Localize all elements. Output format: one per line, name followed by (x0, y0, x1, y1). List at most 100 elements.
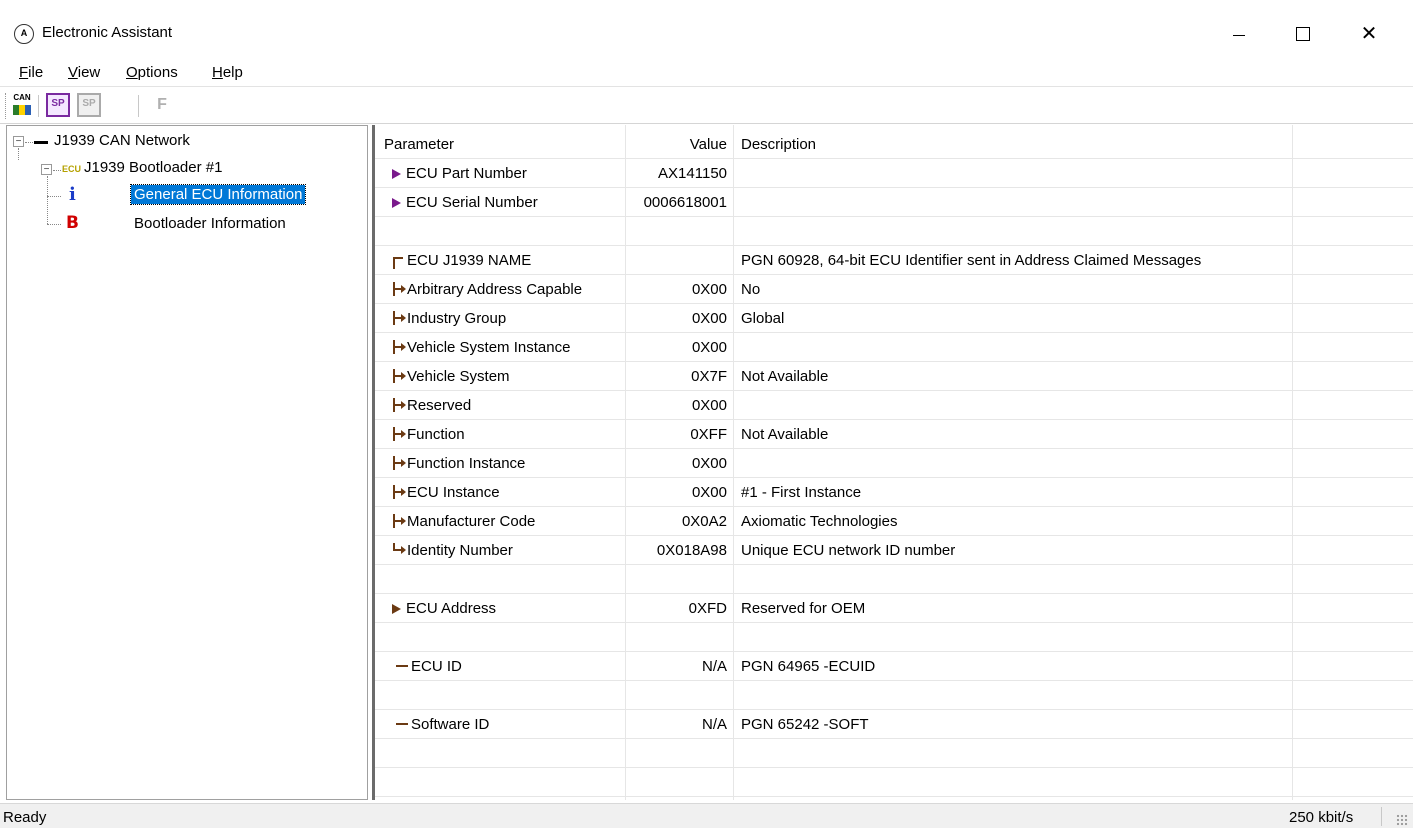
arrow-tip-icon (401, 314, 406, 322)
table-row[interactable]: ECU Address 0XFD Reserved for OEM (375, 594, 1413, 623)
value-cell (625, 739, 733, 768)
table-row-empty (375, 217, 1413, 246)
table-row[interactable]: Vehicle System 0X7F Not Available (375, 362, 1413, 391)
description-cell: Axiomatic Technologies (741, 513, 898, 530)
tree-item-general-ecu-information-label: General ECU Information (129, 184, 307, 205)
arrow-tip-icon (401, 372, 406, 380)
tree-item-bootloader-information[interactable]: Bootloader Information (134, 215, 286, 232)
tree-connector (47, 196, 61, 197)
parameter-grid[interactable]: Parameter Value Description ECU Part Num… (372, 125, 1413, 800)
menu-bar: File View Options Help (0, 60, 1413, 86)
table-row-empty (375, 623, 1413, 652)
flash-program-button[interactable]: F (150, 93, 174, 117)
can-network-button[interactable]: CAN (10, 93, 34, 117)
tree-branch-icon (392, 311, 406, 325)
tree-branch-icon (392, 514, 406, 528)
menu-help-mnemonic: H (212, 64, 223, 81)
description-cell (733, 159, 1295, 188)
table-row[interactable]: Manufacturer Code 0X0A2 Axiomatic Technolo… (375, 507, 1413, 536)
menu-help[interactable]: Help (212, 64, 243, 81)
grid-header-row: Parameter Value Description (375, 130, 1413, 159)
minimize-button[interactable] (1216, 14, 1262, 54)
parameter-label: Vehicle System (407, 368, 510, 385)
description-cell: Not Available (741, 368, 829, 385)
value-cell: 0X00 (691, 397, 727, 414)
table-row[interactable]: Identity Number 0X018A98 Unique ECU networ… (375, 536, 1413, 565)
description-cell (733, 391, 1295, 420)
tree-connector (47, 176, 48, 224)
table-row[interactable]: Function 0XFF Not Available (375, 420, 1413, 449)
parameter-label: Manufacturer Code (407, 513, 536, 530)
close-button[interactable]: ✕ (1346, 14, 1392, 54)
baud-rate-indicator: 250 kbit/s (1289, 809, 1354, 826)
network-collapse-toggle[interactable]: − (13, 136, 24, 147)
menu-file[interactable]: File (19, 64, 43, 81)
menu-options[interactable]: Options (126, 64, 178, 81)
tree-connector (25, 142, 33, 143)
table-row[interactable]: Function Instance 0X00 (375, 449, 1413, 478)
tree-connector (18, 148, 19, 160)
table-row[interactable]: Software ID N/A PGN 65242 -SOFT (375, 710, 1413, 739)
column-header-parameter[interactable]: Parameter (375, 130, 625, 159)
ecu-collapse-toggle[interactable]: − (41, 164, 52, 175)
value-cell: 0X00 (691, 339, 727, 356)
table-row[interactable]: Arbitrary Address Capable 0X00 No (375, 275, 1413, 304)
tree-branch-icon (392, 282, 406, 296)
table-row[interactable]: Industry Group 0X00 Global (375, 304, 1413, 333)
open-setpoint-file-button[interactable]: SP (46, 93, 70, 117)
description-cell: PGN 60928, 64-bit ECU Identifier sent in… (741, 252, 1202, 269)
column-header-value[interactable]: Value (625, 130, 733, 159)
parameter-cell: Reserved (375, 391, 625, 420)
column-header-description[interactable]: Description (733, 130, 1295, 159)
menu-view-mnemonic: V (68, 64, 78, 81)
description-cell (733, 681, 1295, 710)
table-row-empty (375, 739, 1413, 768)
parameter-label: Function Instance (407, 455, 526, 472)
parameter-cell: ECU Part Number (375, 159, 625, 188)
tree-item-bootloader-ecu[interactable]: J1939 Bootloader #1 (84, 159, 222, 176)
table-row[interactable]: Reserved 0X00 (375, 391, 1413, 420)
description-cell (733, 739, 1295, 768)
tree-connector (53, 170, 61, 171)
title-bar[interactable]: A Electronic Assistant ✕ (0, 0, 1413, 60)
table-row[interactable]: ECU Part Number AX141150 (375, 159, 1413, 188)
arrow-tip-icon (401, 401, 406, 409)
description-cell: Unique ECU network ID number (741, 542, 956, 559)
arrow-tip-icon (401, 430, 406, 438)
resize-grip-icon[interactable] (1396, 814, 1408, 826)
save-setpoint-file-button[interactable]: SP (77, 93, 101, 117)
parameter-label: Identity Number (407, 542, 513, 559)
table-row-empty (375, 681, 1413, 710)
value-cell: 0XFD (688, 600, 727, 617)
description-cell: PGN 64965 -ECUID (741, 658, 876, 675)
description-cell: Reserved for OEM (741, 600, 866, 617)
menu-view[interactable]: View (68, 64, 100, 81)
table-row[interactable]: ECU Serial Number 0006618001 (375, 188, 1413, 217)
table-row[interactable]: ECU J1939 NAME PGN 60928, 64-bit ECU Iden… (375, 246, 1413, 275)
table-row-empty (375, 565, 1413, 594)
description-cell (733, 623, 1295, 652)
toolbar-grip[interactable] (5, 93, 8, 119)
can-network-icon-label: CAN (13, 93, 31, 102)
parameter-label: ECU J1939 NAME (407, 252, 532, 269)
tree-item-can-network[interactable]: J1939 CAN Network (54, 132, 190, 149)
arrow-tip-icon (401, 517, 406, 525)
value-cell: AX141150 (658, 165, 727, 182)
parameter-cell: ECU J1939 NAME (375, 246, 625, 275)
parameter-cell (375, 623, 625, 652)
parameter-cell (375, 565, 625, 594)
table-row[interactable]: ECU ID N/A PGN 64965 -ECUID (375, 652, 1413, 681)
table-row[interactable]: Vehicle System Instance 0X00 (375, 333, 1413, 362)
value-cell: 0006618001 (643, 194, 727, 211)
description-cell (733, 217, 1295, 246)
parameter-label: Function (407, 426, 465, 443)
parameter-label: Reserved (407, 397, 472, 414)
tree-item-general-ecu-information[interactable]: General ECU Information (129, 184, 307, 205)
table-row[interactable]: ECU Instance 0X00 #1 - First Instance (375, 478, 1413, 507)
maximize-button[interactable] (1279, 14, 1325, 54)
ecu-tree-view[interactable]: − J1939 CAN Network − ECU J1939 Bootload… (6, 125, 368, 800)
address-arrow-icon (392, 604, 401, 614)
parameter-cell: Software ID (375, 710, 625, 739)
description-cell (733, 188, 1295, 217)
status-bar: Ready 250 kbit/s (0, 803, 1413, 828)
